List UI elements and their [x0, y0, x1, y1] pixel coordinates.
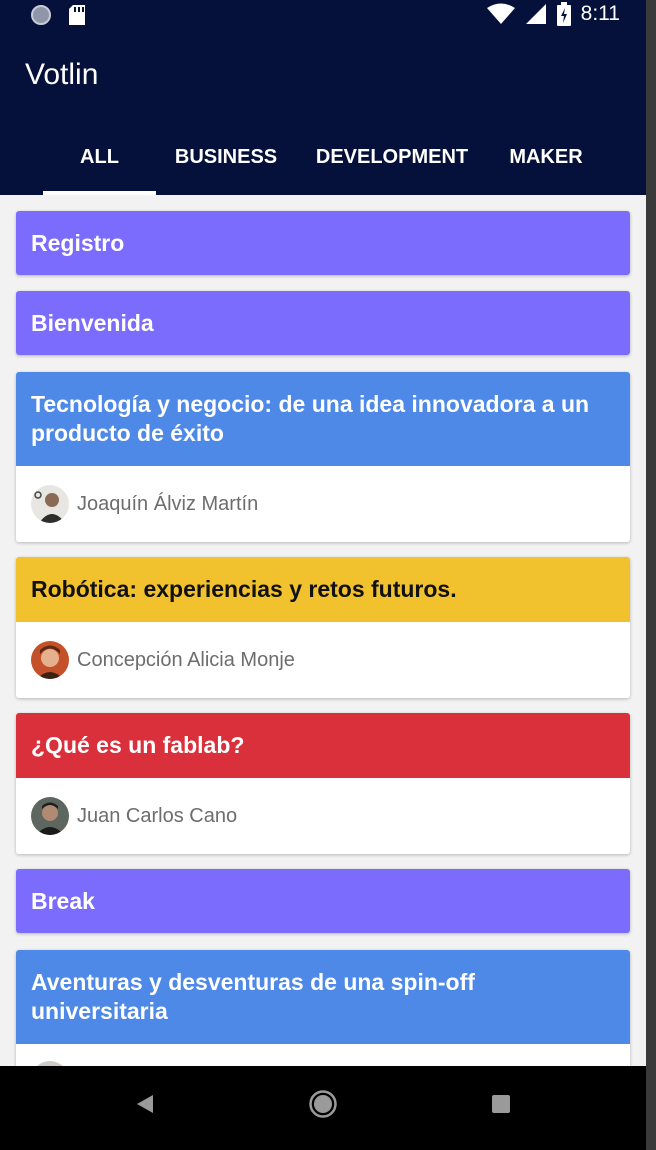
speaker-name: Concepción Alicia Monje — [77, 648, 295, 671]
talk-title: Robótica: experiencias y retos futuros. — [16, 557, 630, 622]
home-button[interactable] — [288, 1066, 358, 1142]
talk-card[interactable]: Robótica: experiencias y retos futuros. … — [16, 557, 630, 698]
tab-label: DEVELOPMENT — [315, 146, 469, 168]
wifi-icon — [486, 3, 515, 24]
app-bar: 8:11 Votlin ALL BUSINESS DEVELOPMENT MAK… — [0, 0, 646, 195]
home-icon — [309, 1090, 337, 1118]
talk-card[interactable]: Break — [16, 869, 630, 933]
sync-icon — [31, 5, 51, 25]
talk-title: Aventuras y desventuras de una spin-off … — [16, 950, 630, 1044]
tab-development[interactable]: DEVELOPMENT — [302, 120, 482, 195]
talk-card[interactable]: Registro — [16, 211, 630, 275]
app-title: Votlin — [25, 58, 99, 91]
talk-title: Break — [16, 869, 630, 933]
battery-icon — [556, 2, 571, 26]
speaker-row: Joaquín Álviz Martín — [16, 466, 630, 542]
speaker-row: Concepción Alicia Monje — [16, 622, 630, 698]
app-screen: 8:11 Votlin ALL BUSINESS DEVELOPMENT MAK… — [0, 0, 646, 1150]
talk-title: Bienvenida — [16, 291, 630, 355]
speaker-avatar — [31, 641, 69, 679]
tab-maker[interactable]: MAKER — [496, 120, 596, 195]
tab-label: BUSINESS — [174, 146, 278, 168]
speaker-name: Juan Carlos Cano — [77, 804, 238, 827]
selected-tab-indicator — [43, 191, 156, 195]
talk-card[interactable]: Bienvenida — [16, 291, 630, 355]
window-edge — [646, 0, 656, 1150]
talk-card[interactable]: Tecnología y negocio: de una idea innova… — [16, 372, 630, 542]
talk-card[interactable]: ¿Qué es un fablab? Juan Carlos Cano — [16, 713, 630, 854]
recents-button[interactable] — [466, 1066, 536, 1142]
clock: 8:11 — [580, 2, 620, 25]
speaker-avatar — [31, 797, 69, 835]
tab-business[interactable]: BUSINESS — [166, 120, 286, 195]
tab-label: ALL — [80, 146, 119, 168]
talk-title: ¿Qué es un fablab? — [16, 713, 630, 778]
system-nav-bar — [0, 1066, 646, 1150]
tab-all[interactable]: ALL — [43, 120, 156, 195]
talk-title: Registro — [16, 211, 630, 275]
back-icon — [137, 1095, 153, 1113]
signal-icon — [525, 4, 546, 24]
talk-title: Tecnología y negocio: de una idea innova… — [16, 372, 630, 466]
speaker-name: Joaquín Álviz Martín — [77, 492, 259, 515]
speaker-row: Juan Carlos Cano — [16, 778, 630, 854]
category-tabs: ALL BUSINESS DEVELOPMENT MAKER — [0, 120, 646, 195]
recents-icon — [492, 1095, 510, 1113]
speaker-avatar — [31, 485, 69, 523]
tab-label: MAKER — [509, 146, 583, 168]
back-button[interactable] — [110, 1066, 180, 1142]
status-bar: 8:11 — [0, 0, 646, 30]
sd-card-icon — [69, 5, 85, 25]
